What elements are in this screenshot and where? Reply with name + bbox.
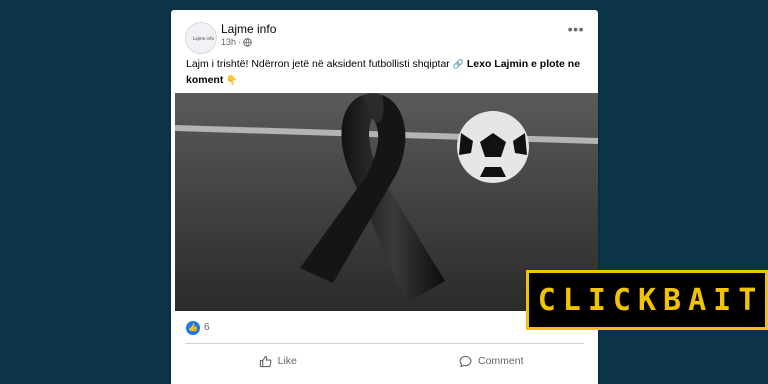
like-label: Like: [277, 355, 297, 367]
link-icon: 🔗: [452, 59, 464, 69]
post-actions: Like Comment: [171, 346, 598, 376]
avatar-logo-text: Lajme info: [193, 36, 214, 41]
clickbait-badge: CLICKBAIT: [526, 270, 768, 330]
like-button[interactable]: Like: [171, 346, 385, 376]
more-options-button[interactable]: •••: [568, 22, 584, 36]
post-text-plain: Lajm i trishtë! Ndërron jetë në aksident…: [186, 58, 450, 70]
meta-separator: ·: [238, 37, 242, 47]
globe-icon: [243, 37, 252, 47]
page-name[interactable]: Lajme info: [221, 22, 276, 36]
clickbait-label: CLICKBAIT: [537, 282, 764, 318]
post-meta: 13h ·: [221, 37, 252, 47]
reaction-count[interactable]: 6: [204, 322, 210, 333]
actions-divider: [185, 343, 584, 344]
like-reaction-icon[interactable]: 👍: [186, 321, 200, 335]
page-avatar[interactable]: Lajme info: [185, 22, 217, 54]
soccer-ball-icon: [457, 111, 529, 183]
point-down-icon: 👇: [226, 75, 238, 85]
thumbs-up-icon: [259, 355, 272, 367]
post-text: Lajm i trishtë! Ndërron jetë në aksident…: [186, 56, 586, 88]
comment-icon: [459, 355, 472, 367]
post-header: Lajme info Lajme info 13h · •••: [171, 10, 598, 60]
comment-button[interactable]: Comment: [385, 346, 599, 376]
post-time[interactable]: 13h: [221, 37, 236, 47]
comment-label: Comment: [477, 355, 524, 367]
